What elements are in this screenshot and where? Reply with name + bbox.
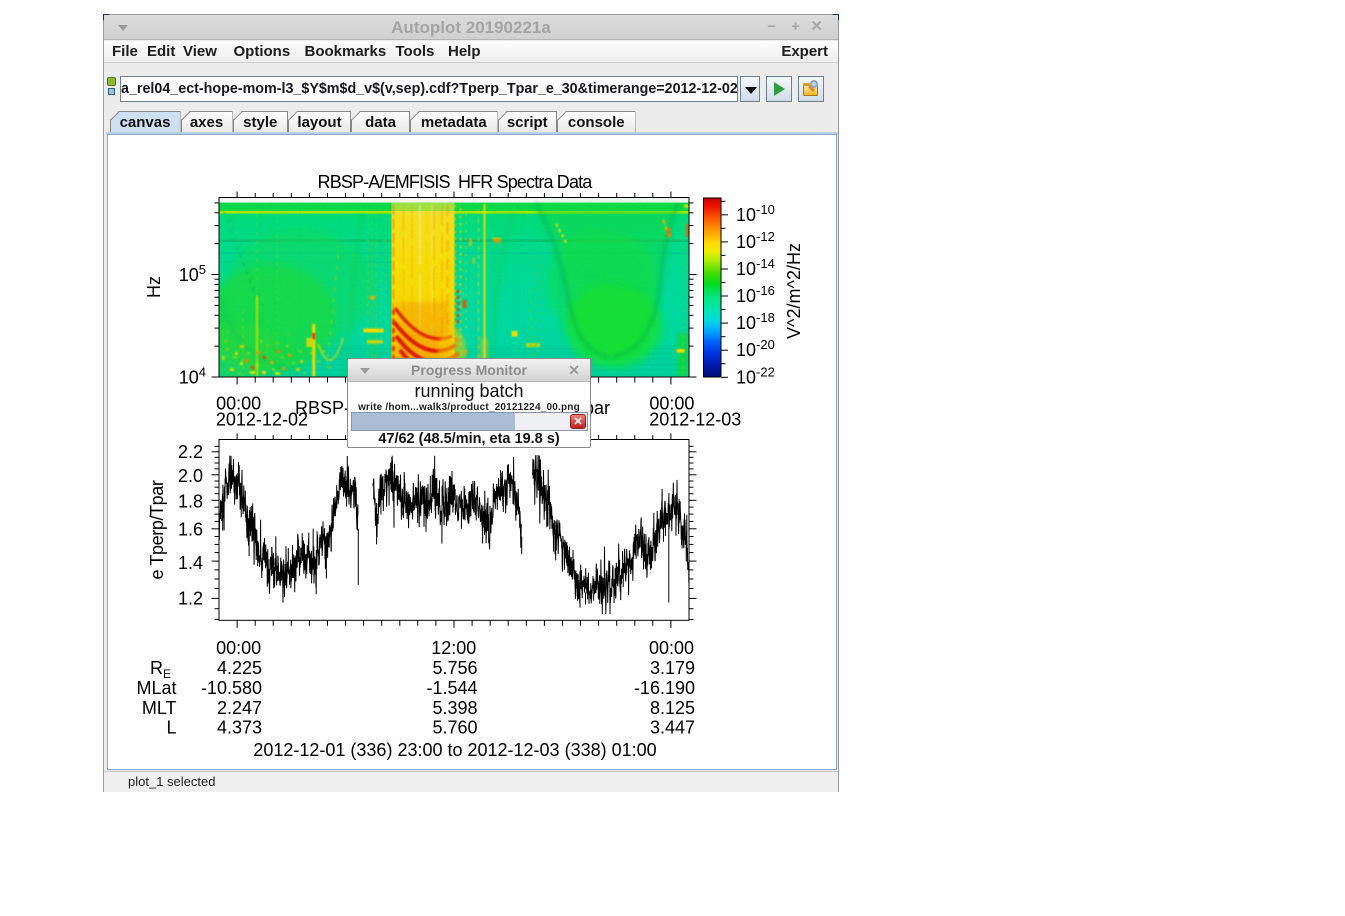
svg-text:1.4: 1.4 — [178, 553, 203, 573]
svg-text:105: 105 — [179, 262, 206, 285]
svg-text:8.125: 8.125 — [650, 698, 695, 718]
svg-text:10-22: 10-22 — [736, 364, 775, 387]
svg-text:104: 104 — [179, 365, 206, 388]
svg-text:00:00: 00:00 — [216, 638, 261, 658]
svg-text:-10.580: -10.580 — [201, 678, 262, 698]
svg-text:2.0: 2.0 — [178, 466, 203, 486]
svg-text:2.247: 2.247 — [217, 698, 262, 718]
svg-text:5.756: 5.756 — [432, 658, 477, 678]
svg-text:3.447: 3.447 — [650, 718, 695, 738]
svg-text:00:00: 00:00 — [649, 638, 694, 658]
svg-text:1.6: 1.6 — [178, 519, 203, 539]
svg-text:RBSP-A/EMFISIS HFR Spectra Da: RBSP-A/EMFISIS HFR Spectra Data — [318, 172, 594, 192]
svg-text:L: L — [166, 718, 176, 738]
svg-text:10-14: 10-14 — [736, 256, 775, 279]
svg-text:MLT: MLT — [142, 698, 177, 718]
svg-text:2.2: 2.2 — [178, 442, 203, 462]
svg-text:Hz: Hz — [144, 276, 164, 298]
svg-text:10-12: 10-12 — [736, 229, 775, 252]
svg-text:V^2/m^2/Hz: V^2/m^2/Hz — [784, 243, 804, 339]
svg-text:2012-12-01 (336) 23:00 to 2012: 2012-12-01 (336) 23:00 to 2012-12-03 (33… — [253, 740, 656, 760]
svg-text:MLat: MLat — [136, 678, 176, 698]
svg-text:1.8: 1.8 — [178, 491, 203, 511]
svg-text:4.373: 4.373 — [217, 718, 262, 738]
svg-text:-1.544: -1.544 — [426, 678, 477, 698]
svg-text:4.225: 4.225 — [217, 658, 262, 678]
svg-text:12:00: 12:00 — [431, 638, 476, 658]
svg-text:10-18: 10-18 — [736, 310, 775, 333]
svg-text:2012-12-03: 2012-12-03 — [649, 410, 741, 430]
svg-text:10-20: 10-20 — [736, 337, 775, 360]
svg-text:-16.190: -16.190 — [634, 678, 695, 698]
svg-text:5.760: 5.760 — [432, 718, 477, 738]
svg-text:5.398: 5.398 — [432, 698, 477, 718]
svg-text:10-16: 10-16 — [736, 283, 775, 306]
svg-text:10-10: 10-10 — [736, 202, 775, 225]
svg-text:e Tperp/Tpar: e Tperp/Tpar — [147, 480, 167, 579]
svg-text:1.2: 1.2 — [178, 589, 203, 609]
svg-text:3.179: 3.179 — [650, 658, 695, 678]
